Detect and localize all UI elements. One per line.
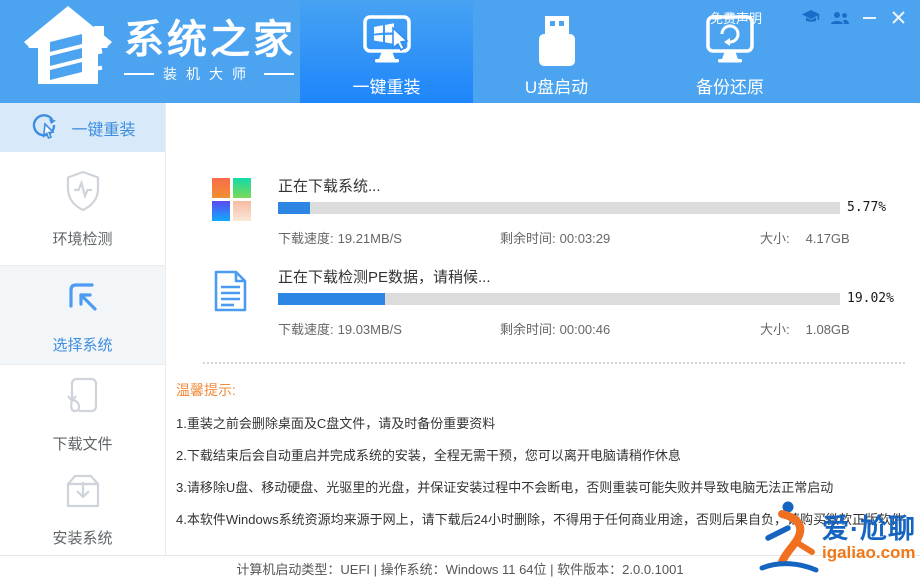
header: 系统之家 装机大师: [0, 0, 920, 103]
tab-label: 一键重装: [353, 73, 421, 98]
download-row-system: 正在下载系统... 5.77% 下载速度:19.21MB/S 剩余时间:00:0…: [212, 175, 920, 244]
runner-figure-icon: [758, 498, 820, 579]
tab-usb-boot[interactable]: U盘启动: [473, 0, 640, 103]
logo-subtitle: 装机大师: [124, 64, 296, 84]
download-row-pe-data: 正在下载检测PE数据，请稍候... 19.02% 下载速度:19.03MB/S …: [212, 266, 920, 335]
close-button[interactable]: [888, 10, 908, 26]
status-text: 计算机启动类型：UEFI | 操作系统：Windows 11 64位 | 软件版…: [236, 559, 683, 578]
time-remaining: 剩余时间:00:00:46: [500, 319, 610, 338]
download-title: 正在下载检测PE数据，请稍候...: [278, 266, 920, 291]
progress-fill: [278, 293, 385, 305]
app-logo: 系统之家 装机大师: [20, 4, 296, 97]
tips-title: 温馨提示:: [176, 380, 918, 400]
download-speed: 下载速度:19.03MB/S: [278, 319, 402, 338]
sidebar-item-environment-check[interactable]: 环境检测: [0, 152, 165, 265]
watermark-url: igaliao.com: [822, 544, 916, 562]
file-size: 大小:1.08GB: [760, 319, 850, 338]
progress-bar: [278, 293, 840, 305]
watermark[interactable]: 爱·尬聊 igaliao.com: [758, 498, 916, 579]
sidebar-item-one-key-reinstall[interactable]: 一键重装: [0, 103, 165, 152]
disclaimer-link[interactable]: 免费声明: [710, 8, 762, 27]
sidebar-item-label: 选择系统: [52, 334, 112, 355]
file-download-icon: [62, 374, 104, 422]
tab-label: U盘启动: [525, 73, 588, 98]
logo-title: 系统之家: [124, 17, 296, 63]
sidebar-item-label: 下载文件: [52, 433, 112, 454]
download-speed: 下载速度:19.21MB/S: [278, 228, 402, 247]
sidebar-item-select-system[interactable]: 选择系统: [0, 265, 165, 365]
progress-bar: [278, 202, 840, 214]
dashed-divider: [203, 362, 905, 364]
minimize-button[interactable]: [859, 10, 879, 26]
sidebar: 一键重装 环境检测 选择系统: [0, 103, 166, 555]
refresh-cursor-icon: [29, 110, 59, 145]
sidebar-item-install-system[interactable]: 安装系统: [0, 462, 165, 555]
windows-logo-icon: [212, 178, 252, 244]
users-icon[interactable]: [830, 10, 850, 26]
watermark-title: 爱·尬聊: [822, 515, 916, 543]
document-icon: [212, 269, 252, 335]
main-content: 正在下载系统... 5.77% 下载速度:19.21MB/S 剩余时间:00:0…: [166, 103, 920, 555]
tab-one-key-reinstall[interactable]: 一键重装: [300, 0, 473, 103]
sidebar-item-label: 一键重装: [71, 116, 135, 140]
tab-label: 备份还原: [696, 73, 764, 98]
progress-fill: [278, 202, 310, 214]
download-title: 正在下载系统...: [278, 175, 920, 200]
sidebar-item-label: 环境检测: [52, 228, 112, 249]
app-window: 系统之家 装机大师: [0, 0, 920, 580]
file-size: 大小:4.17GB: [760, 228, 850, 247]
box-install-icon: [60, 470, 106, 516]
tip-item: 2.下载结束后会自动重启并完成系统的安装，全程无需干预，您可以离开电脑请稍作休息: [176, 445, 918, 464]
house-logo-icon: [20, 4, 116, 97]
window-controls: 免费声明: [710, 8, 908, 27]
sidebar-item-download-files[interactable]: 下载文件: [0, 365, 165, 462]
tip-item: 1.重装之前会删除桌面及C盘文件，请及时备份重要资料: [176, 413, 918, 432]
select-cursor-icon: [61, 275, 105, 323]
progress-percent: 19.02%: [847, 291, 894, 306]
monitor-windows-cursor-icon: [357, 13, 417, 73]
usb-drive-icon: [529, 13, 585, 73]
shield-pulse-icon: [62, 169, 104, 217]
tip-item: 3.请移除U盘、移动硬盘、光驱里的光盘，并保证安装过程中不会断电，否则重装可能失…: [176, 477, 918, 496]
progress-percent: 5.77%: [847, 200, 886, 215]
time-remaining: 剩余时间:00:03:29: [500, 228, 610, 247]
tutorial-cap-icon[interactable]: [801, 10, 821, 26]
sidebar-item-label: 安装系统: [52, 527, 112, 548]
